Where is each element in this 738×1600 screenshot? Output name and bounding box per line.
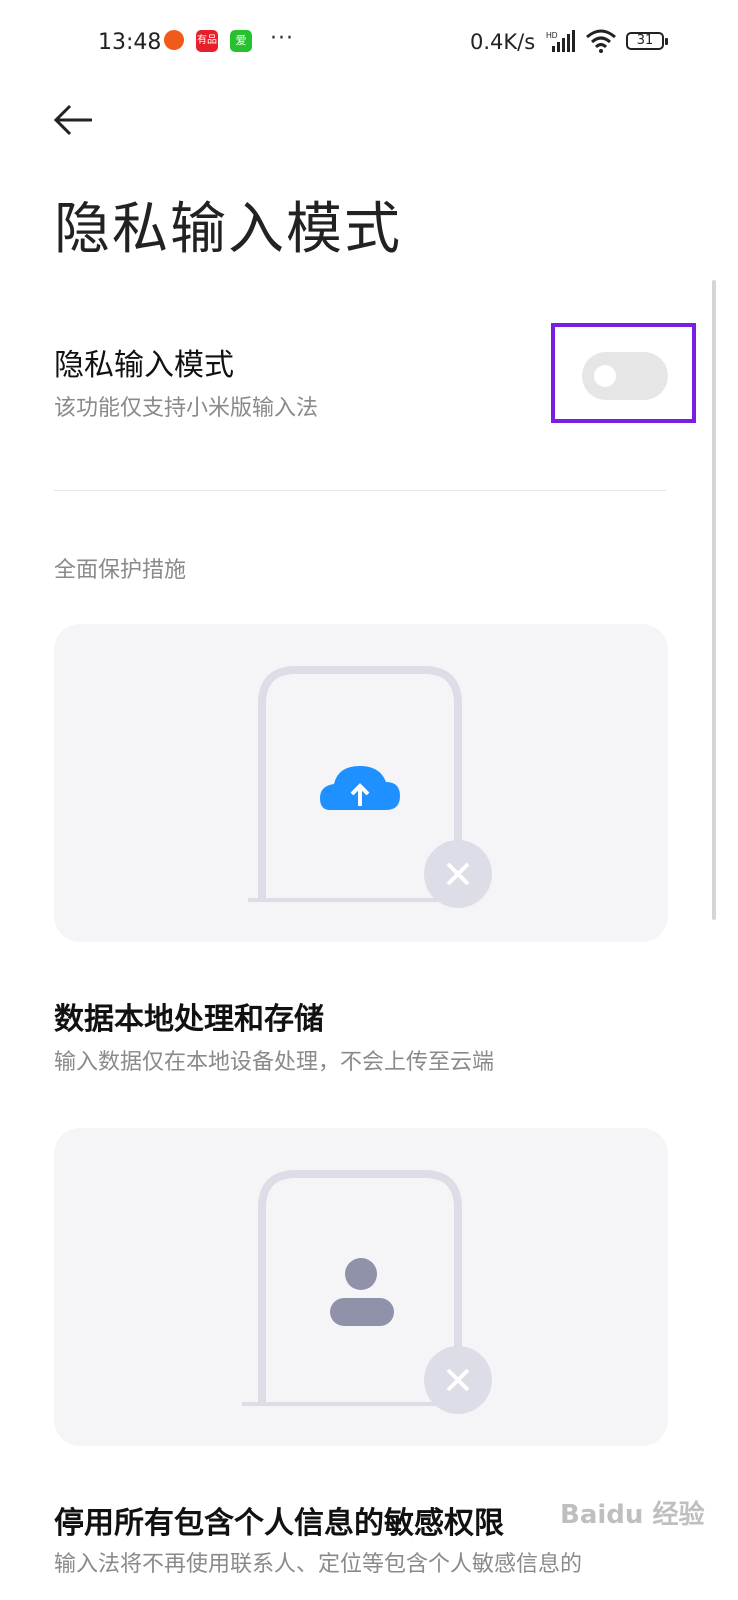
signal-hd-tag: HD — [546, 31, 558, 40]
youpin-notification-icon: 有品 — [196, 30, 218, 52]
network-speed: 0.4K/s — [470, 30, 536, 54]
scrollbar[interactable] — [712, 280, 716, 920]
feature-desc: 输入法将不再使用联系人、定位等包含个人敏感信息的 — [54, 1552, 583, 1577]
wifi-icon — [585, 29, 617, 57]
feature-desc: 输入数据仅在本地设备处理，不会上传至云端 — [54, 1050, 495, 1075]
baidu-watermark: Baidu 经验 — [560, 1500, 705, 1530]
feature-title: 停用所有包含个人信息的敏感权限 — [54, 1506, 504, 1541]
feature-title: 数据本地处理和存储 — [54, 1002, 324, 1037]
close-icon — [424, 840, 492, 908]
more-notifications-icon: ··· — [270, 26, 294, 51]
back-arrow-icon — [53, 104, 92, 136]
phone-illustration — [248, 666, 492, 908]
privacy-input-toggle[interactable] — [582, 352, 668, 400]
status-bar: 13:48 有品 爱 ··· 0.4K/s HD 31 — [0, 0, 738, 86]
toggle-knob — [594, 365, 616, 387]
setting-subtitle: 该功能仅支持小米版输入法 — [54, 396, 319, 421]
status-time: 13:48 — [98, 30, 162, 55]
feature-illustration-card — [54, 1128, 668, 1446]
iqiyi-notification-icon: 爱 — [230, 30, 252, 52]
app-notification-icon — [164, 30, 184, 50]
section-header: 全面保护措施 — [54, 558, 187, 583]
signal-icon: HD — [546, 30, 580, 58]
cloud-upload-icon — [320, 766, 400, 810]
setting-title: 隐私输入模式 — [54, 348, 234, 383]
back-button[interactable] — [50, 100, 98, 140]
battery-icon: 31 — [626, 32, 668, 50]
phone-illustration — [242, 1170, 492, 1414]
person-icon — [330, 1258, 394, 1326]
feature-illustration-card — [54, 624, 668, 942]
close-icon — [424, 1346, 492, 1414]
page-title: 隐私输入模式 — [54, 197, 402, 262]
divider — [54, 490, 666, 491]
